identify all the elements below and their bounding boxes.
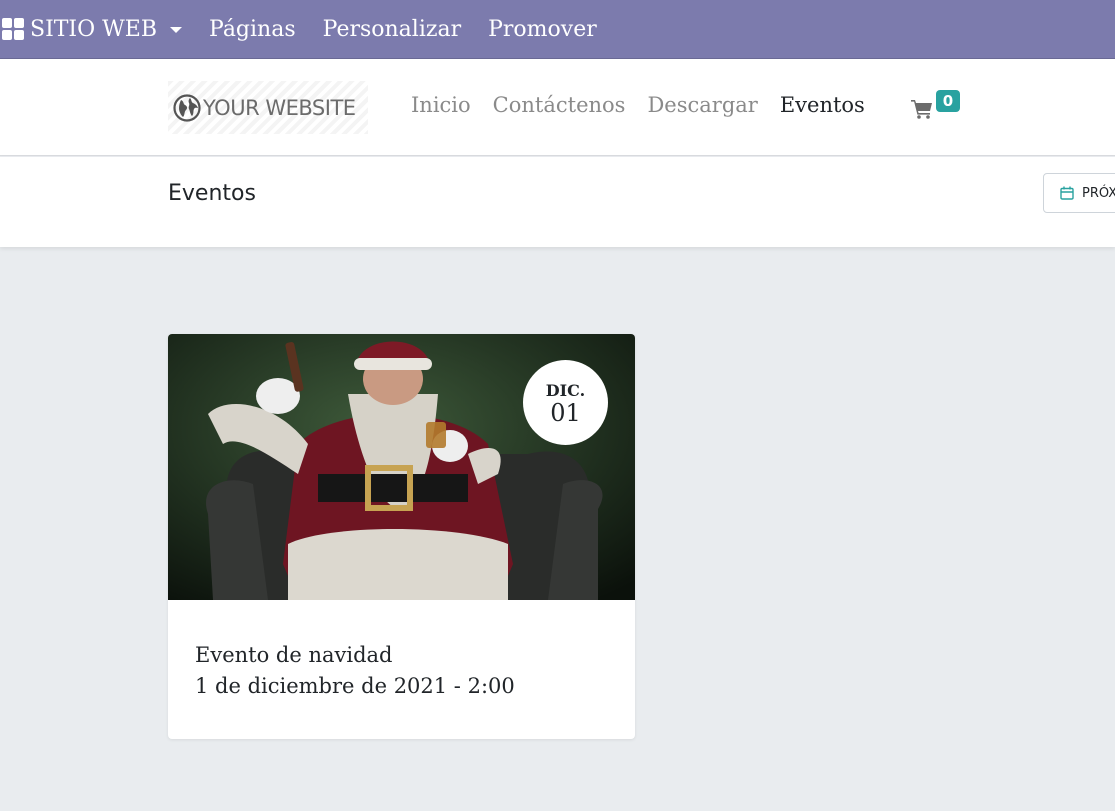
calendar-icon <box>1060 186 1074 200</box>
cart-button[interactable]: 0 <box>911 89 963 129</box>
apps-menu-button[interactable]: SITIO WEB <box>0 0 182 58</box>
globe-icon <box>173 93 201 122</box>
apps-menu-label: SITIO WEB <box>30 16 157 42</box>
events-subheader: Eventos PRÓX <box>0 157 1115 247</box>
cart-icon <box>911 100 932 119</box>
event-title[interactable]: Evento de navidad <box>195 640 515 671</box>
admin-link-promote[interactable]: Promover <box>488 17 597 42</box>
page-title: Eventos <box>168 181 256 206</box>
nav-item-inicio[interactable]: Inicio <box>411 93 471 117</box>
main-nav: Inicio Contáctenos Descargar Eventos <box>411 93 887 117</box>
admin-link-pages[interactable]: Páginas <box>209 17 296 42</box>
admin-link-customize[interactable]: Personalizar <box>323 17 461 42</box>
grid-icon <box>2 18 24 40</box>
event-month: DIC. <box>545 381 586 400</box>
event-datetime: 1 de diciembre de 2021 - 2:00 <box>195 674 515 698</box>
site-header: YOUR WEBSITE Inicio Contáctenos Descarga… <box>0 58 1115 156</box>
event-details: Evento de navidad 1 de diciembre de 2021… <box>195 640 515 702</box>
cart-count-badge: 0 <box>936 90 960 112</box>
nav-item-contactenos[interactable]: Contáctenos <box>493 93 626 117</box>
event-date-badge: DIC. 01 <box>523 360 608 445</box>
nav-item-descargar[interactable]: Descargar <box>647 93 757 117</box>
admin-bar: SITIO WEB Páginas Personalizar Promover <box>0 0 1115 58</box>
site-logo[interactable]: YOUR WEBSITE <box>168 81 368 134</box>
filter-label: PRÓX <box>1082 185 1115 201</box>
event-day: 01 <box>550 399 581 427</box>
nav-item-eventos[interactable]: Eventos <box>780 93 865 117</box>
logo-text: YOUR WEBSITE <box>203 95 356 120</box>
caret-down-icon <box>170 27 182 33</box>
upcoming-filter-button[interactable]: PRÓX <box>1043 173 1115 213</box>
event-card[interactable]: DIC. 01 Evento de navidad 1 de diciembre… <box>168 334 635 739</box>
